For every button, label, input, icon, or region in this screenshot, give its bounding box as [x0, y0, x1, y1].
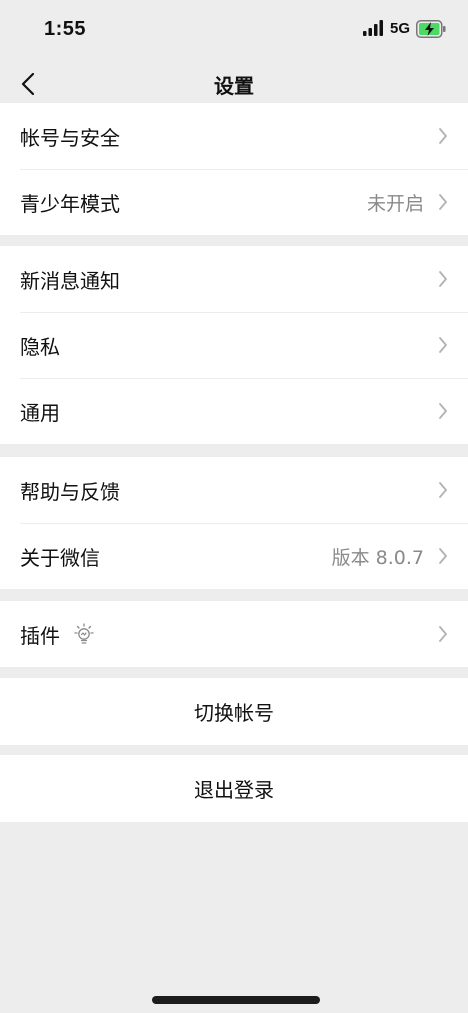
- settings-group-plugins: 插件: [0, 601, 468, 667]
- row-account-security[interactable]: 帐号与安全: [0, 103, 468, 169]
- chevron-right-icon: [439, 548, 447, 564]
- row-label: 青少年模式: [20, 191, 120, 216]
- row-plugins[interactable]: 插件: [0, 601, 468, 667]
- status-time: 1:55: [44, 18, 87, 40]
- settings-group-account: 帐号与安全 青少年模式 未开启: [0, 103, 468, 235]
- settings-group-general: 新消息通知 隐私 通用: [0, 246, 468, 444]
- row-help-feedback[interactable]: 帮助与反馈: [0, 457, 468, 523]
- row-label: 隐私: [20, 334, 60, 359]
- nav-bar: 设置: [0, 60, 468, 108]
- network-label: 5G: [390, 20, 411, 37]
- home-indicator[interactable]: [152, 996, 320, 1004]
- row-label: 新消息通知: [20, 268, 120, 293]
- row-about-wechat[interactable]: 关于微信 版本 8.0.7: [0, 523, 468, 589]
- youth-mode-status: 未开启: [366, 192, 424, 215]
- settings-screen: 1:55 5G 设置 帐号与安全 青少年模式 未开启 新消息通知 隐私 通用 帮…: [0, 0, 468, 1013]
- signal-bars-icon: [363, 20, 383, 36]
- row-label: 通用: [20, 400, 60, 425]
- row-label: 帮助与反馈: [20, 479, 120, 504]
- logout-button[interactable]: 退出登录: [0, 755, 468, 822]
- version-value: 版本 8.0.7: [331, 546, 424, 569]
- row-youth-mode[interactable]: 青少年模式 未开启: [0, 169, 468, 235]
- lightbulb-icon: [74, 623, 94, 644]
- battery-charging-icon: [416, 20, 446, 38]
- chevron-right-icon: [439, 271, 447, 287]
- page-title: 设置: [214, 74, 254, 98]
- switch-account-button[interactable]: 切换帐号: [0, 678, 468, 745]
- chevron-right-icon: [439, 194, 447, 210]
- row-label: 关于微信: [20, 545, 100, 570]
- logout-label: 退出登录: [194, 778, 274, 802]
- settings-group-about: 帮助与反馈 关于微信 版本 8.0.7: [0, 457, 468, 589]
- switch-account-group: 切换帐号: [0, 678, 468, 745]
- chevron-right-icon: [439, 482, 447, 498]
- chevron-right-icon: [439, 626, 447, 642]
- row-privacy[interactable]: 隐私: [0, 312, 468, 378]
- row-label: 帐号与安全: [20, 125, 120, 150]
- chevron-right-icon: [439, 337, 447, 353]
- switch-account-label: 切换帐号: [194, 701, 274, 725]
- chevron-right-icon: [439, 128, 447, 144]
- logout-group: 退出登录: [0, 755, 468, 822]
- row-new-message-notification[interactable]: 新消息通知: [0, 246, 468, 312]
- chevron-right-icon: [439, 403, 447, 419]
- row-label: 插件: [20, 623, 60, 648]
- row-general[interactable]: 通用: [0, 378, 468, 444]
- status-bar: 1:55 5G: [0, 0, 468, 60]
